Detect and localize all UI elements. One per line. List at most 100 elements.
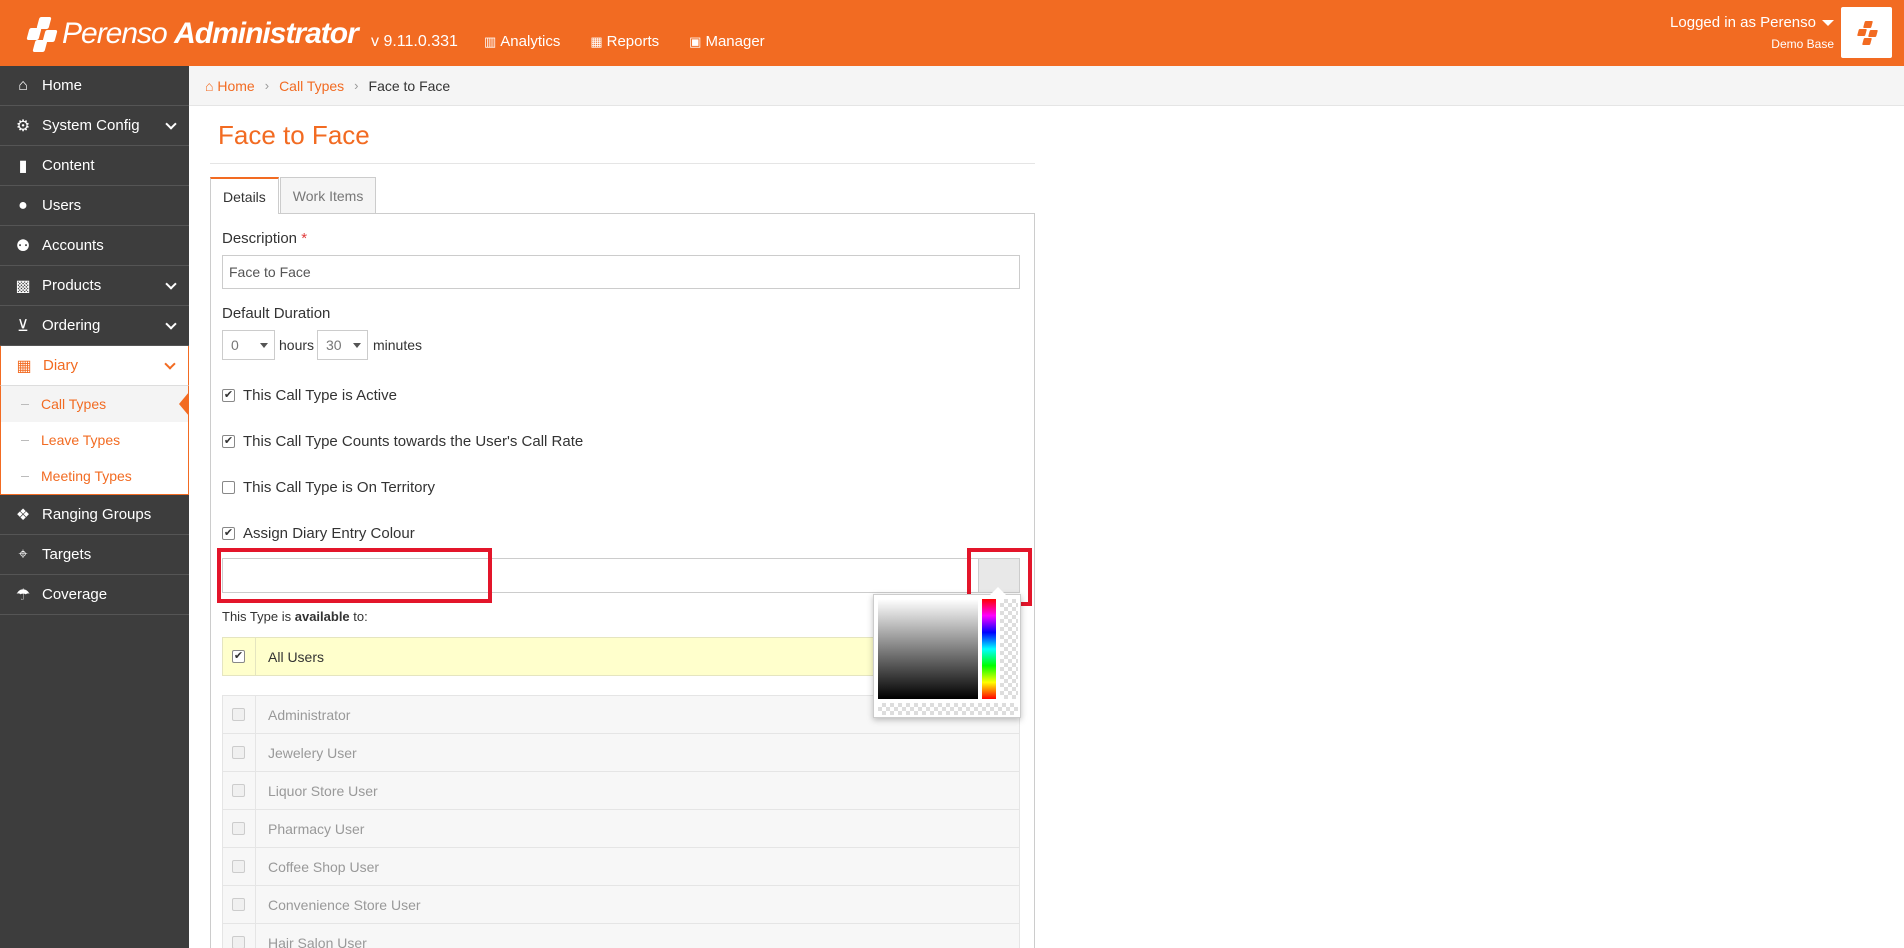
list-item: Liquor Store User [222, 772, 1020, 810]
user-role-checkbox[interactable] [232, 898, 245, 911]
chart-icon: ▥ [484, 33, 497, 49]
on-territory-checkbox-label: This Call Type is On Territory [243, 479, 436, 496]
user-role-checkbox[interactable] [232, 822, 245, 835]
user-icon: ● [18, 196, 28, 214]
user-role-checkbox[interactable] [232, 784, 245, 797]
list-item: Hair Salon User [222, 924, 1020, 948]
sidebar-item-label: Accounts [42, 237, 104, 254]
user-menu[interactable]: Logged in as Perenso Demo Base [1670, 14, 1834, 51]
hours-select-value: 0 [231, 337, 239, 353]
nav-manager[interactable]: ▣ Manager [689, 33, 765, 50]
crosshair-icon: ⌖ [18, 545, 28, 563]
hours-select[interactable]: 0 [222, 330, 275, 360]
tab-work-items[interactable]: Work Items [279, 177, 377, 213]
minutes-label: minutes [373, 337, 423, 353]
sidebar-item-diary[interactable]: ▦ Diary [0, 346, 189, 386]
user-role-label: Liquor Store User [268, 782, 378, 799]
diary-submenu: Call Types Leave Types Meeting Types [0, 386, 189, 495]
user-role-checkbox[interactable] [232, 860, 245, 873]
divider [255, 696, 256, 733]
colour-picker-alpha-slider[interactable] [1000, 599, 1018, 699]
user-role-checkbox[interactable] [232, 746, 245, 759]
breadcrumb-home[interactable]: ⌂ Home [205, 78, 255, 94]
sidebar-item-home[interactable]: ⌂ Home [0, 66, 189, 106]
logo-text: Perenso Administrator [62, 17, 359, 50]
title-divider [210, 163, 1035, 164]
assign-colour-checkbox[interactable]: ✔ [222, 527, 235, 540]
chevron-right-icon: › [264, 78, 270, 93]
app-logo[interactable]: Perenso Administrator [24, 12, 359, 56]
sidebar-item-ordering[interactable]: ⊻ Ordering [0, 306, 189, 346]
calendar-icon: ▦ [16, 357, 32, 375]
list-item: Pharmacy User [222, 810, 1020, 848]
sidebar-item-system-config[interactable]: ⚙ System Config [0, 106, 189, 146]
sidebar-item-label: Coverage [42, 586, 108, 603]
active-checkbox[interactable]: ✔ [222, 389, 235, 402]
colour-picker-popup [873, 587, 1021, 718]
active-checkbox-label: This Call Type is Active [243, 387, 397, 404]
user-role-label: Hair Salon User [268, 934, 367, 948]
tab-details[interactable]: Details [210, 177, 279, 214]
sidebar-subitem-leave-types[interactable]: Leave Types [1, 422, 188, 458]
sidebar-item-accounts[interactable]: ⚉ Accounts [0, 226, 189, 266]
sidebar-item-targets[interactable]: ⌖ Targets [0, 535, 189, 575]
chevron-down-icon [164, 358, 176, 370]
duration-label: Default Duration [222, 305, 331, 322]
all-users-checkbox[interactable]: ✔ [232, 650, 245, 663]
user-role-label: Jewelery User [268, 744, 357, 761]
sidebar-item-content[interactable]: ▮ Content [0, 146, 189, 186]
divider [255, 772, 256, 809]
top-nav: ▥ Analytics ▦ Reports ▣ Manager [484, 33, 765, 50]
user-role-checkbox[interactable] [232, 936, 245, 948]
cart-icon: ⊻ [17, 317, 29, 335]
page-title: Face to Face [218, 120, 370, 150]
sidebar-item-products[interactable]: ▩ Products [0, 266, 189, 306]
table-icon: ▦ [590, 33, 603, 49]
sidebar-item-ranging-groups[interactable]: ❖ Ranging Groups [0, 495, 189, 535]
sidebar-subitem-call-types[interactable]: Call Types [1, 386, 189, 422]
home-icon: ⌂ [205, 77, 214, 94]
nav-analytics-label: Analytics [500, 33, 561, 50]
description-input[interactable]: Face to Face [222, 255, 1020, 289]
sidebar-item-users[interactable]: ● Users [0, 186, 189, 226]
sidebar-item-coverage[interactable]: ☂ Coverage [0, 575, 189, 615]
colour-picker-hue-slider[interactable] [982, 599, 996, 699]
sidebar-item-label: System Config [42, 117, 140, 134]
on-territory-checkbox[interactable] [222, 481, 235, 494]
breadcrumb-call-types[interactable]: Call Types [279, 78, 344, 94]
sidebar-subitem-meeting-types[interactable]: Meeting Types [1, 458, 188, 494]
minutes-select[interactable]: 30 [317, 330, 368, 360]
nav-reports[interactable]: ▦ Reports [590, 33, 659, 50]
description-label-text: Description [222, 230, 298, 247]
logo-icon [24, 17, 58, 52]
availability-suffix: to: [349, 609, 368, 624]
user-role-label: Coffee Shop User [268, 858, 380, 875]
top-bar: Perenso Administrator v 9.11.0.331 ▥ Ana… [0, 0, 1904, 66]
file-icon: ▮ [18, 157, 28, 175]
sidebar-item-label: Diary [43, 357, 79, 374]
hours-label: hours [279, 337, 315, 353]
users-icon: ⚉ [15, 237, 31, 255]
version-label: v 9.11.0.331 [371, 33, 458, 50]
divider [255, 848, 256, 885]
avatar[interactable] [1841, 7, 1892, 58]
colour-picker-saturation[interactable] [878, 599, 978, 699]
list-item: Convenience Store User [222, 886, 1020, 924]
nav-reports-label: Reports [606, 33, 660, 50]
chevron-right-icon: › [354, 78, 359, 93]
sidebar: ⌂ Home ⚙ System Config ▮ Content ● Users ⚉ Ac… [0, 66, 189, 948]
all-users-label: All Users [268, 648, 325, 665]
availability-label: This Type is available to: [222, 609, 368, 624]
base-label: Demo Base [1771, 37, 1834, 51]
umbrella-icon: ☂ [15, 586, 31, 604]
sidebar-item-label: Content [42, 157, 95, 174]
user-role-checkbox[interactable] [232, 708, 245, 721]
caret-down-icon [1822, 20, 1834, 27]
nav-analytics[interactable]: ▥ Analytics [484, 33, 560, 50]
call-rate-checkbox[interactable]: ✔ [222, 435, 235, 448]
on-territory-checkbox-row: This Call Type is On Territory [222, 479, 435, 496]
divider [255, 810, 256, 847]
minutes-select-value: 30 [326, 337, 342, 353]
active-checkbox-row: ✔ This Call Type is Active [222, 387, 397, 404]
gear-icon: ⚙ [15, 117, 31, 135]
